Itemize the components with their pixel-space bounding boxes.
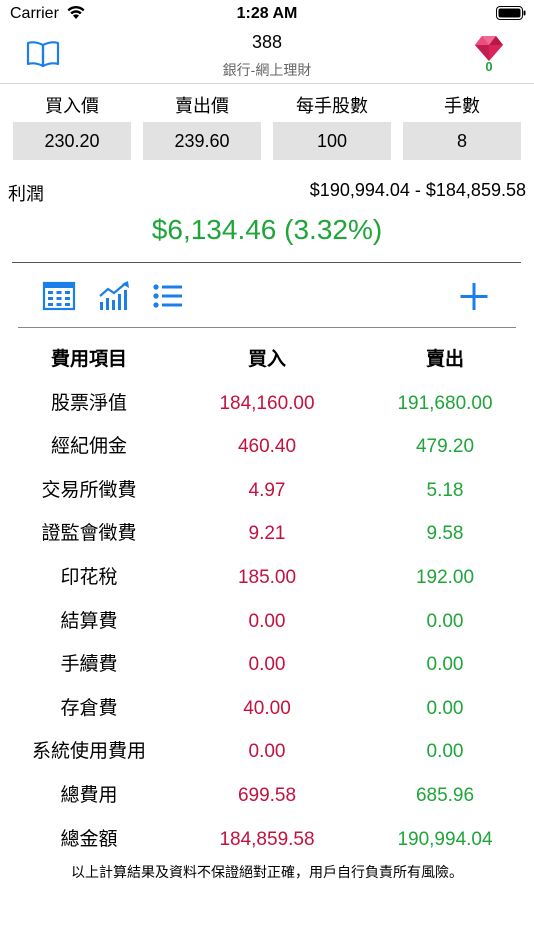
fee-item: 總金額	[60, 828, 118, 850]
table-row: 印花稅 185.00 192.00	[0, 556, 534, 599]
fee-sell: 190,994.04	[397, 828, 493, 850]
fee-buy: 184,160.00	[219, 392, 315, 414]
buy-price-group: 買入價 230.20	[13, 90, 131, 160]
header-sell: 賣出	[425, 349, 464, 370]
fee-buy: 185.00	[237, 567, 297, 588]
header-buy: 買入	[247, 349, 286, 370]
profit-label: 利潤	[8, 184, 44, 204]
table-row: 結算費 0.00 0.00	[0, 600, 534, 643]
fee-buy: 699.58	[237, 785, 297, 806]
profit-range: $190,994.04 - $184,859.58	[309, 180, 526, 200]
fee-buy: 40.00	[243, 697, 291, 719]
fee-sell: 0.00	[426, 610, 464, 632]
divider	[18, 327, 516, 328]
fee-buy: 184,859.58	[219, 828, 315, 850]
page-subtitle: 銀行-網上理財	[222, 62, 312, 78]
fee-buy: 9.21	[248, 523, 286, 545]
shares-per-lot-label: 每手股數	[296, 96, 368, 116]
disclaimer: 以上計算結果及資料不保證絕對正確，用戶自行負責所有風險。	[71, 864, 463, 880]
table-row: 手續費 0.00 0.00	[0, 643, 534, 686]
lots-group: 手數 8	[403, 90, 521, 160]
chart-icon[interactable]	[98, 280, 132, 312]
sell-price-label: 賣出價	[175, 96, 229, 116]
fee-buy: 0.00	[248, 741, 286, 763]
gem-count: 0	[485, 59, 493, 74]
table-row: 股票淨值 184,160.00 191,680.00	[0, 382, 534, 425]
gem-icon[interactable]	[474, 34, 504, 62]
fee-buy: 460.40	[237, 436, 297, 458]
lots-field[interactable]: 8	[403, 122, 521, 160]
fee-item: 存倉費	[60, 697, 118, 719]
fee-buy: 0.00	[248, 610, 286, 632]
status-bar: Carrier 1:28 AM	[0, 0, 534, 28]
fee-item: 交易所徵費	[41, 479, 137, 501]
table-row: 證監會徵費 9.21 9.58	[0, 512, 534, 555]
table-row: 經紀佣金 460.40 479.20	[0, 425, 534, 468]
page-title: 388	[251, 32, 283, 52]
fee-sell: 479.20	[415, 436, 475, 458]
fee-item: 手續費	[60, 654, 118, 676]
fee-sell: 5.18	[426, 479, 464, 501]
clock: 1:28 AM	[236, 5, 298, 22]
fee-sell: 0.00	[426, 741, 464, 763]
profit-value: $6,134.46 (3.32%)	[151, 214, 383, 245]
buy-price-label: 買入價	[45, 96, 99, 116]
lots-label: 手數	[444, 96, 480, 116]
table-row: 存倉費 40.00 0.00	[0, 687, 534, 730]
fee-item: 經紀佣金	[50, 436, 127, 458]
fee-sell: 0.00	[426, 654, 464, 676]
fee-sell: 0.00	[426, 697, 464, 719]
header-item: 費用項目	[50, 349, 127, 370]
fee-item: 印花稅	[60, 567, 118, 588]
table-row: 總費用 699.58 685.96	[0, 774, 534, 817]
divider	[12, 262, 521, 263]
fee-item: 總費用	[60, 785, 118, 806]
shares-per-lot-field[interactable]: 100	[273, 122, 391, 160]
battery-icon	[496, 6, 526, 20]
fee-item: 結算費	[60, 610, 118, 632]
fee-buy: 0.00	[248, 654, 286, 676]
buy-price-field[interactable]: 230.20	[13, 122, 131, 160]
table-row: 系統使用費用 0.00 0.00	[0, 730, 534, 773]
navigation-bar: 388 銀行-網上理財 0	[0, 28, 534, 84]
sell-price-group: 賣出價 239.60	[143, 90, 261, 160]
fee-sell: 685.96	[415, 785, 475, 806]
fee-item: 股票淨值	[50, 392, 127, 414]
table-header: 費用項目 買入 賣出	[0, 338, 534, 381]
add-icon[interactable]	[457, 280, 491, 312]
fee-sell: 191,680.00	[397, 392, 493, 414]
fee-item: 系統使用費用	[31, 741, 146, 763]
table-row: 總金額 184,859.58 190,994.04	[0, 818, 534, 861]
calculator-icon[interactable]	[42, 280, 76, 312]
list-icon[interactable]	[151, 280, 185, 312]
shares-per-lot-group: 每手股數 100	[273, 90, 391, 160]
sell-price-field[interactable]: 239.60	[143, 122, 261, 160]
fee-item: 證監會徵費	[41, 523, 137, 545]
fee-sell: 9.58	[426, 523, 464, 545]
fee-buy: 4.97	[248, 479, 286, 501]
fee-sell: 192.00	[415, 567, 475, 588]
table-row: 交易所徵費 4.97 5.18	[0, 469, 534, 512]
